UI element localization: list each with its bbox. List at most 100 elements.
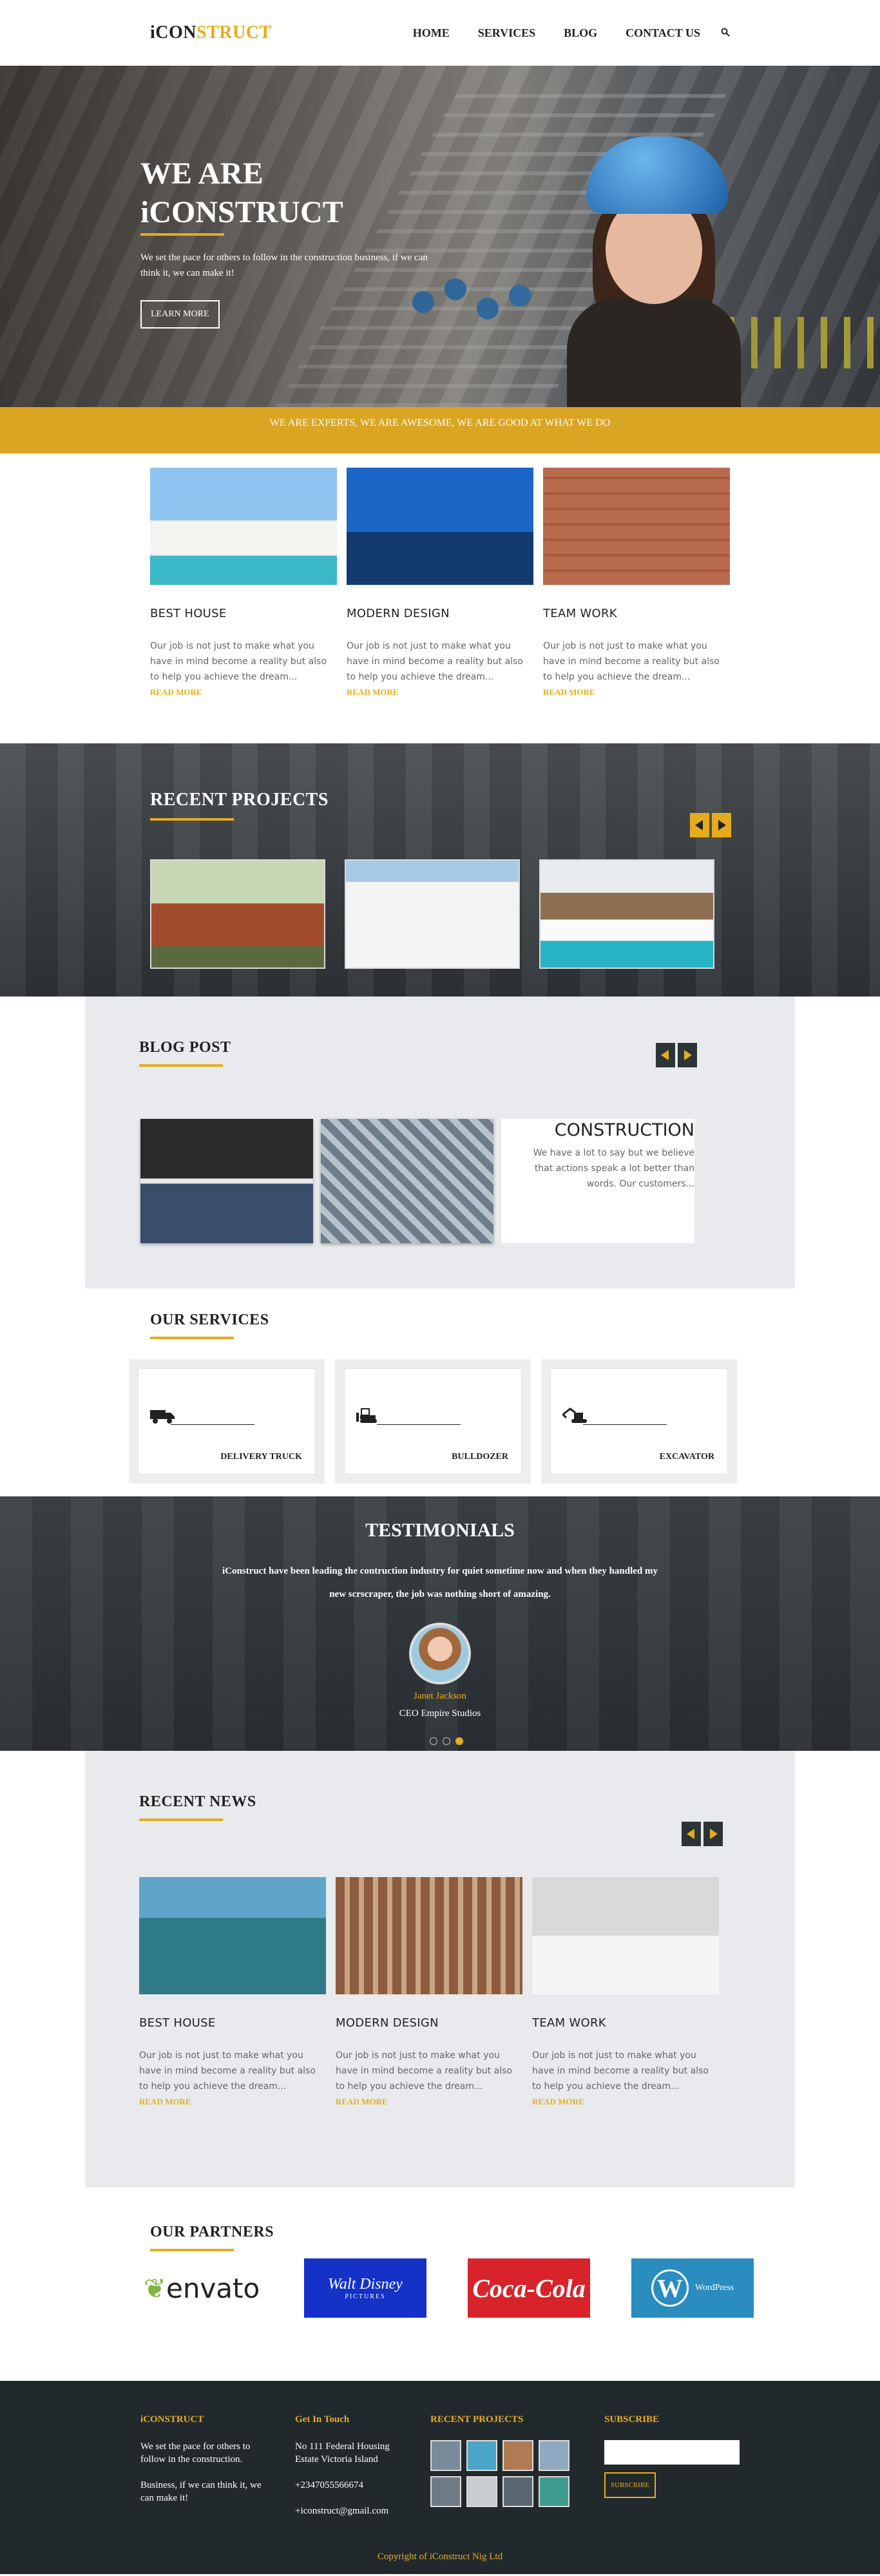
project-thumbnail[interactable] <box>539 2476 569 2507</box>
testimonial-quote: iConstruct have been leading the contruc… <box>222 1566 658 1599</box>
section-underline <box>139 1818 223 1821</box>
news-text: Our job is not just to make what you hav… <box>139 2050 316 2092</box>
project-thumbnail[interactable] <box>430 2440 461 2471</box>
search-icon[interactable] <box>721 26 730 40</box>
feature-image[interactable] <box>543 468 730 585</box>
blog-image[interactable] <box>140 1119 313 1243</box>
project-thumbnail[interactable] <box>466 2440 497 2471</box>
read-more-link[interactable]: READ MORE <box>532 2097 719 2107</box>
tagline-banner: WE ARE EXPERTS, WE ARE AWESOME, WE ARE G… <box>0 407 880 453</box>
feature-image[interactable] <box>150 468 337 585</box>
nav-home[interactable]: HOME <box>413 26 450 40</box>
projects-carousel <box>150 859 714 969</box>
news-card: BEST HOUSE Our job is not just to make w… <box>139 1877 326 2107</box>
next-arrow-icon[interactable] <box>678 1043 697 1067</box>
blog-carousel-controls <box>656 1043 697 1067</box>
wordpress-logo[interactable]: W WordPress <box>631 2258 754 2318</box>
blog-card[interactable]: CONSTRUCTION We have a lot to say but we… <box>501 1119 694 1243</box>
hero-worker-image <box>567 137 741 407</box>
service-card[interactable]: EXCAVATOR <box>541 1359 737 1484</box>
disney-logo[interactable]: Walt Disney PICTURES <box>304 2258 426 2318</box>
bulldozer-icon <box>356 1407 382 1429</box>
next-arrow-icon[interactable] <box>712 813 731 837</box>
testimonials-section: TESTIMONIALS iConstruct have been leadin… <box>0 1496 880 1751</box>
read-more-link[interactable]: READ MORE <box>347 687 533 698</box>
subscribe-button[interactable]: SUBSCRIBE <box>604 2472 656 2498</box>
services-section: OUR SERVICES DELIVERY TRUCK BULLDOZER EX… <box>0 1288 880 1496</box>
news-image[interactable] <box>336 1877 522 1994</box>
news-title: MODERN DESIGN <box>336 2016 439 2030</box>
avatar <box>409 1623 471 1684</box>
feature-title: MODERN DESIGN <box>347 607 450 620</box>
footer-email[interactable]: +iconstruct@gmail.com <box>295 2504 411 2517</box>
feature-image[interactable] <box>347 468 533 585</box>
subscribe-email-input[interactable] <box>604 2440 740 2465</box>
services-list: DELIVERY TRUCK BULLDOZER EXCAVATOR <box>129 1359 737 1484</box>
learn-more-button[interactable]: LEARN MORE <box>140 300 220 329</box>
prev-arrow-icon[interactable] <box>682 1822 701 1846</box>
blog-carousel: CONSTRUCTION We have a lot to say but we… <box>140 1119 694 1243</box>
project-thumbnail[interactable] <box>502 2476 533 2507</box>
project-image[interactable] <box>345 859 520 969</box>
hero-underline <box>140 233 224 236</box>
read-more-link[interactable]: READ MORE <box>336 2097 522 2107</box>
footer-subscribe: SUBSCRIBE SUBSCRIBE <box>604 2413 746 2498</box>
logo[interactable]: iCONSTRUCT <box>150 23 272 43</box>
project-thumbnail[interactable] <box>539 2440 569 2471</box>
news-image[interactable] <box>532 1877 719 1994</box>
feature-title: BEST HOUSE <box>150 607 227 620</box>
feature-card: TEAM WORK Our job is not just to make wh… <box>543 468 730 698</box>
footer-text: Business, if we can think it, we can mak… <box>140 2480 262 2503</box>
prev-arrow-icon[interactable] <box>656 1043 675 1067</box>
service-label: DELIVERY TRUCK <box>220 1452 302 1462</box>
feature-text: Our job is not just to make what you hav… <box>150 641 327 682</box>
feature-title: TEAM WORK <box>543 607 617 620</box>
service-card[interactable]: DELIVERY TRUCK <box>129 1359 325 1484</box>
read-more-link[interactable]: READ MORE <box>543 687 730 698</box>
footer-heading: iCONSTRUCT <box>140 2414 204 2425</box>
section-underline <box>150 1337 234 1339</box>
nav-contact[interactable]: CONTACT US <box>626 26 700 40</box>
pagination-dot[interactable] <box>443 1737 450 1745</box>
section-title: RECENT PROJECTS <box>150 790 329 810</box>
nav-services[interactable]: SERVICES <box>478 26 535 40</box>
feature-card: BEST HOUSE Our job is not just to make w… <box>150 468 337 698</box>
blog-image[interactable] <box>321 1119 493 1243</box>
news-text: Our job is not just to make what you hav… <box>336 2050 512 2092</box>
project-thumbnail[interactable] <box>502 2440 533 2471</box>
section-underline <box>150 2249 234 2251</box>
pagination-dot-active[interactable] <box>455 1737 463 1745</box>
pagination-dot[interactable] <box>430 1737 437 1745</box>
prev-arrow-icon[interactable] <box>690 813 709 837</box>
read-more-link[interactable]: READ MORE <box>150 687 337 698</box>
recent-projects-section: RECENT PROJECTS <box>0 743 880 997</box>
read-more-link[interactable]: READ MORE <box>139 2097 326 2107</box>
hero-section: WE ARE iCONSTRUCT We set the pace for oth… <box>0 66 880 407</box>
project-image[interactable] <box>539 859 714 969</box>
testimonial-pagination <box>0 1737 880 1745</box>
envato-logo[interactable]: ❦ envato <box>140 2258 263 2318</box>
copyright: Copyright of iConstruct Nig Ltd <box>377 2552 503 2562</box>
project-thumbnails <box>430 2440 585 2507</box>
footer-phone[interactable]: +2347055566674 <box>295 2479 411 2492</box>
footer-text: We set the pace for others to follow in … <box>140 2441 251 2465</box>
section-title: BLOG POST <box>139 1039 231 1056</box>
project-thumbnail[interactable] <box>466 2476 497 2507</box>
news-card: MODERN DESIGN Our job is not just to mak… <box>336 1877 522 2107</box>
service-card[interactable]: BULLDOZER <box>335 1359 531 1484</box>
excavator-icon <box>561 1407 588 1429</box>
next-arrow-icon[interactable] <box>703 1822 723 1846</box>
hero-heading: WE ARE iCONSTRUCT <box>140 157 343 229</box>
truck-icon <box>150 1407 176 1429</box>
project-image[interactable] <box>150 859 325 969</box>
cocacola-logo[interactable]: Coca-Cola <box>468 2258 590 2318</box>
pagination-dot[interactable] <box>417 1737 425 1745</box>
footer-recent-projects: RECENT PROJECTS <box>430 2413 585 2507</box>
project-thumbnail[interactable] <box>430 2476 461 2507</box>
nav-blog[interactable]: BLOG <box>564 26 597 40</box>
service-label: EXCAVATOR <box>659 1452 714 1462</box>
section-title: OUR PARTNERS <box>150 2224 274 2240</box>
recent-news-section: RECENT NEWS BEST HOUSE Our job is not ju… <box>85 1751 795 2188</box>
footer-contact: Get In Touch No 111 Federal Housing Esta… <box>295 2413 411 2530</box>
news-image[interactable] <box>139 1877 326 1994</box>
